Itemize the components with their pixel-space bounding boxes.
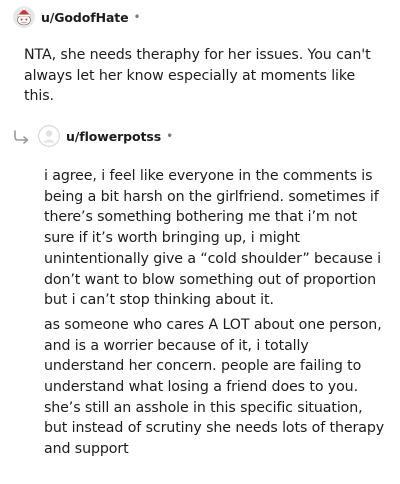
meta-separator: • (166, 129, 174, 143)
username[interactable]: u/flowerpotss (66, 129, 161, 144)
comment-body: i agree, i feel like everyone in the com… (44, 166, 388, 460)
meta-separator: • (133, 10, 141, 24)
comment-body: NTA, she needs theraphy for her issues. … (24, 45, 384, 107)
avatar[interactable] (13, 6, 35, 28)
comment-header: u/GodofHate • (13, 6, 141, 28)
comment-paragraph: NTA, she needs theraphy for her issues. … (24, 47, 371, 105)
comment-header: u/flowerpotss • (38, 125, 173, 147)
avatar[interactable] (38, 125, 60, 147)
default-avatar-icon (38, 125, 60, 147)
comment-paragraph: as someone who cares A LOT about one per… (44, 316, 385, 458)
snoo-avatar-red-hat-icon (13, 6, 35, 28)
username[interactable]: u/GodofHate (41, 10, 129, 25)
reply-arrow-icon (14, 130, 29, 144)
comment-paragraph: i agree, i feel like everyone in the com… (44, 168, 381, 309)
